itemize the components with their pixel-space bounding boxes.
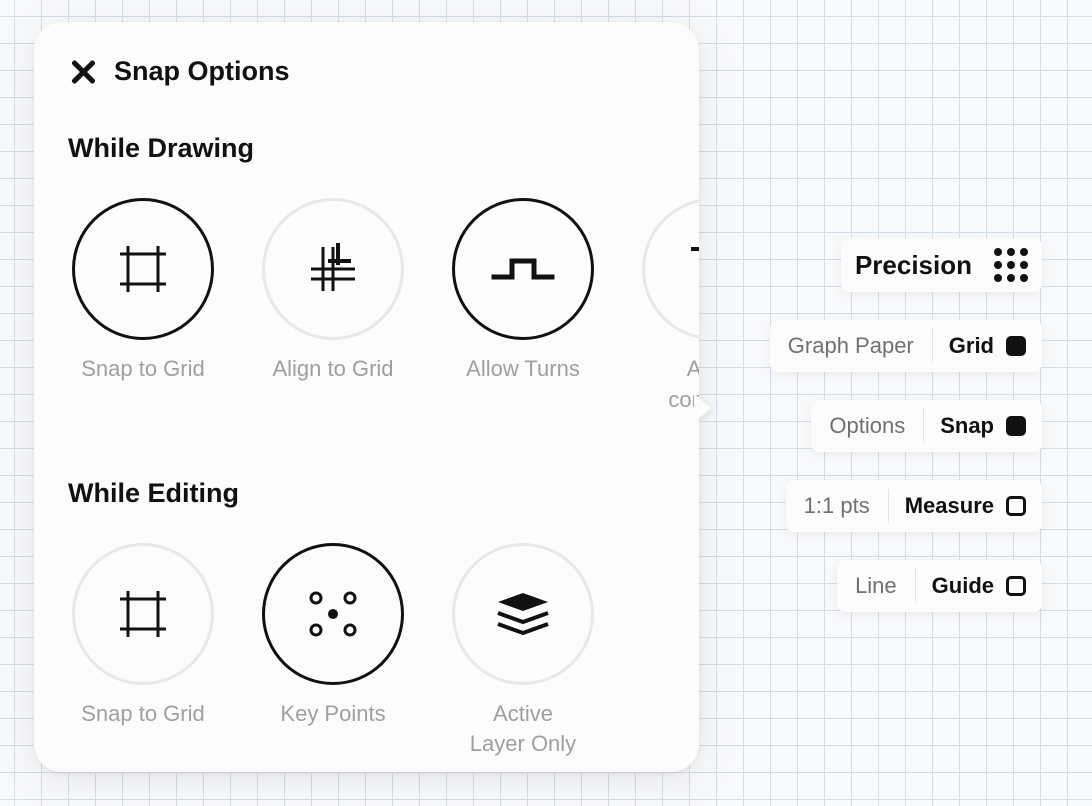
snap-options-popover: Snap Options While Drawing Snap to Grid bbox=[34, 22, 699, 772]
sidebar-item-guide: Line Guide bbox=[837, 560, 1042, 612]
action-label: Snap bbox=[940, 413, 994, 439]
option-label: Key Points bbox=[280, 699, 385, 730]
checkbox-empty-icon bbox=[1006, 576, 1026, 596]
measure-toggle[interactable]: Measure bbox=[889, 493, 1042, 519]
align-to-grid-icon bbox=[303, 239, 363, 299]
checkbox-filled-icon bbox=[1006, 416, 1026, 436]
drawing-options-row: Snap to Grid Align to Grid bbox=[68, 198, 699, 416]
option-label: Active Layer Only bbox=[470, 699, 576, 761]
option-key-points[interactable]: Key Points bbox=[258, 543, 408, 761]
sidebar-hint: Line bbox=[837, 573, 915, 599]
option-label: Snap to Grid bbox=[81, 699, 205, 730]
option-circle bbox=[262, 543, 404, 685]
action-label: Guide bbox=[932, 573, 994, 599]
popover-pointer bbox=[694, 394, 712, 422]
option-circle bbox=[72, 543, 214, 685]
sidebar-hint: 1:1 pts bbox=[786, 493, 888, 519]
snap-to-grid-icon bbox=[113, 239, 173, 299]
checkbox-filled-icon bbox=[1006, 336, 1026, 356]
grid-toggle[interactable]: Grid bbox=[933, 333, 1042, 359]
layers-icon bbox=[490, 589, 556, 639]
sidebar-item-measure: 1:1 pts Measure bbox=[786, 480, 1042, 532]
option-label: Snap to Grid bbox=[81, 354, 205, 385]
grid-handle-icon[interactable] bbox=[994, 248, 1028, 282]
section-title-editing: While Editing bbox=[68, 478, 665, 509]
option-label: Allow Turns bbox=[466, 354, 580, 385]
editing-options-row: Snap to Grid Key Points bbox=[68, 543, 699, 761]
guide-toggle[interactable]: Guide bbox=[916, 573, 1042, 599]
sidebar-item-grid: Graph Paper Grid bbox=[770, 320, 1042, 372]
snap-toggle[interactable]: Snap bbox=[924, 413, 1042, 439]
sidebar-hint: Options bbox=[811, 413, 923, 439]
option-snap-to-grid-editing[interactable]: Snap to Grid bbox=[68, 543, 218, 761]
action-label: Grid bbox=[949, 333, 994, 359]
option-label: Align to Grid bbox=[272, 354, 393, 385]
panel-title: Snap Options bbox=[114, 56, 290, 87]
option-circle bbox=[72, 198, 214, 340]
action-label: Measure bbox=[905, 493, 994, 519]
option-snap-to-grid-drawing[interactable]: Snap to Grid bbox=[68, 198, 218, 416]
option-active-layer-only[interactable]: Active Layer Only bbox=[448, 543, 598, 761]
option-auto-complete[interactable]: Auto- complete bbox=[638, 198, 699, 416]
option-circle bbox=[452, 543, 594, 685]
precision-header[interactable]: Precision bbox=[841, 238, 1042, 292]
precision-sidebar: Precision Graph Paper Grid Options Snap … bbox=[770, 238, 1042, 612]
option-align-to-grid[interactable]: Align to Grid bbox=[258, 198, 408, 416]
sidebar-hint: Graph Paper bbox=[770, 333, 932, 359]
auto-complete-icon bbox=[683, 239, 699, 299]
snap-to-grid-icon bbox=[113, 584, 173, 644]
option-circle bbox=[452, 198, 594, 340]
key-points-icon bbox=[298, 584, 368, 644]
checkbox-empty-icon bbox=[1006, 496, 1026, 516]
allow-turns-icon bbox=[488, 249, 558, 289]
precision-title: Precision bbox=[855, 250, 972, 281]
section-title-drawing: While Drawing bbox=[68, 133, 665, 164]
close-icon[interactable] bbox=[68, 58, 96, 86]
option-circle bbox=[262, 198, 404, 340]
option-circle bbox=[642, 198, 699, 340]
sidebar-item-snap: Options Snap bbox=[811, 400, 1042, 452]
option-allow-turns[interactable]: Allow Turns bbox=[448, 198, 598, 416]
